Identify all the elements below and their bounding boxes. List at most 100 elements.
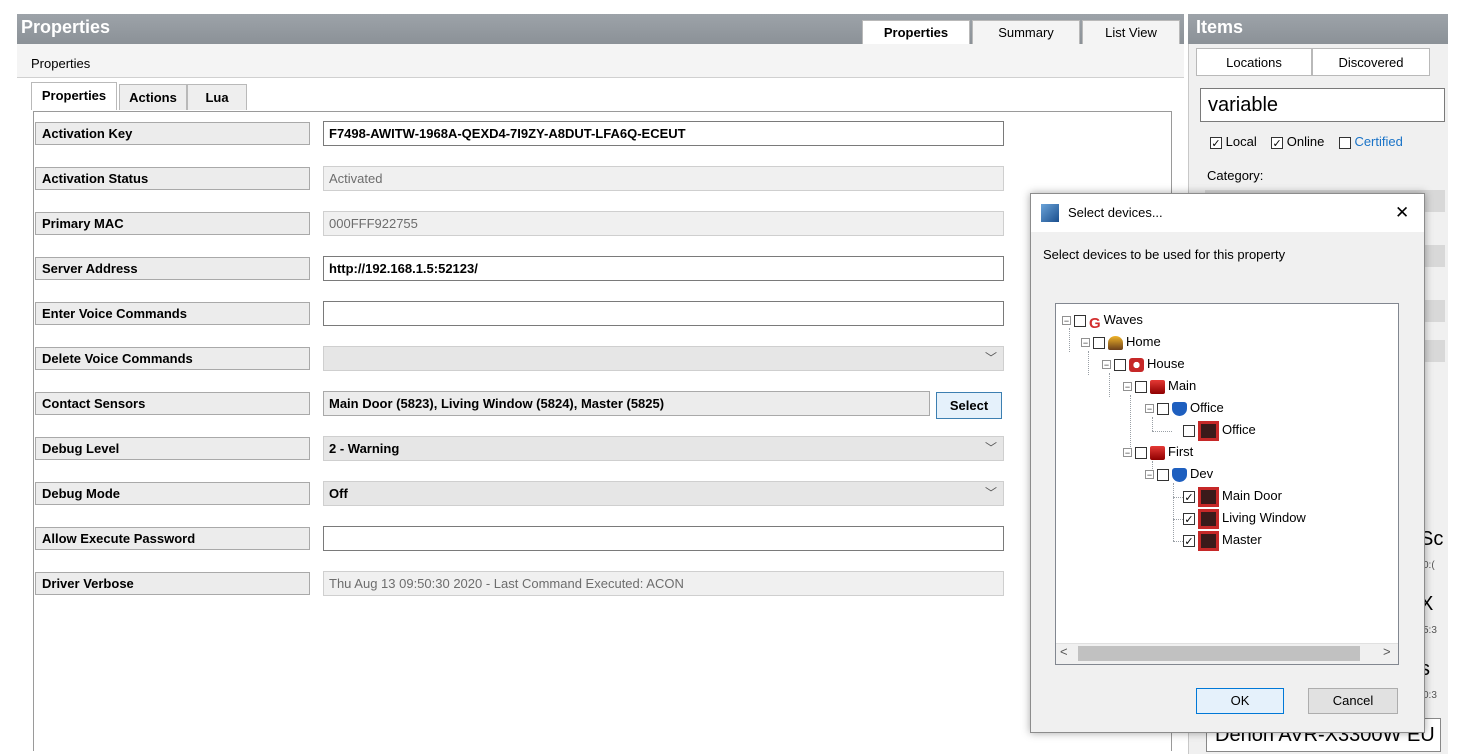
tree-checkbox[interactable]: [1135, 446, 1147, 459]
local-checkbox[interactable]: ✓: [1210, 136, 1222, 150]
category-label: Category:: [1207, 168, 1264, 183]
tree-checkbox[interactable]: ✓: [1183, 490, 1195, 504]
activation-status-field: Activated: [323, 166, 1004, 191]
inner-tab-actions[interactable]: Actions: [119, 84, 187, 110]
dialog-instruction: Select devices to be used for this prope…: [1043, 247, 1286, 262]
debug-mode-select[interactable]: Off ﹀: [323, 481, 1004, 506]
tree-checkbox[interactable]: [1157, 468, 1169, 481]
contact-sensors-field: Main Door (5823), Living Window (5824), …: [323, 391, 930, 416]
scroll-right-icon[interactable]: >: [1383, 644, 1391, 659]
tree-node-label: House: [1147, 356, 1185, 371]
label-driver-verbose: Driver Verbose: [35, 572, 310, 595]
label-debug-level: Debug Level: [35, 437, 310, 460]
tree-checkbox[interactable]: [1157, 402, 1169, 415]
label-activation-status: Activation Status: [35, 167, 310, 190]
local-label: Local: [1225, 134, 1257, 149]
delete-voice-commands-select[interactable]: ﹀: [323, 346, 1004, 371]
door-sensor-icon: [1198, 420, 1219, 441]
tree-node-office-device[interactable]: Office: [1183, 420, 1256, 441]
label-primary-mac: Primary MAC: [35, 212, 310, 235]
properties-subtitle: Properties: [31, 56, 91, 71]
tree-node-label: Dev: [1190, 466, 1214, 481]
tree-line: [1173, 497, 1183, 498]
collapse-icon[interactable]: −: [1062, 316, 1071, 326]
close-icon[interactable]: ✕: [1395, 203, 1409, 223]
tree-line: [1152, 431, 1172, 432]
tree-node-house[interactable]: − House: [1102, 354, 1185, 374]
chevron-down-icon: ﹀: [984, 486, 997, 500]
items-search-input[interactable]: variable: [1200, 88, 1445, 122]
home-icon: [1108, 335, 1123, 350]
tree-node-dev[interactable]: − Dev: [1145, 464, 1213, 484]
label-server-address: Server Address: [35, 257, 310, 280]
room-icon: [1150, 445, 1165, 460]
cancel-button[interactable]: Cancel: [1308, 688, 1398, 714]
shield-icon: [1172, 401, 1187, 416]
primary-mac-field: 000FFF922755: [323, 211, 1004, 236]
tree-checkbox[interactable]: [1135, 380, 1147, 393]
debug-level-select[interactable]: 2 - Warning ﹀: [323, 436, 1004, 461]
tab-summary[interactable]: Summary: [972, 20, 1080, 44]
items-filters: ✓ Local ✓ Online Certified: [1210, 134, 1403, 150]
tree-checkbox[interactable]: ✓: [1183, 534, 1195, 548]
tree-node-label: Master: [1222, 532, 1262, 547]
tab-list-view[interactable]: List View: [1082, 20, 1180, 44]
ok-button[interactable]: OK: [1196, 688, 1284, 714]
collapse-icon[interactable]: −: [1145, 404, 1154, 414]
scrollbar-thumb[interactable]: [1078, 646, 1360, 661]
online-checkbox[interactable]: ✓: [1271, 136, 1284, 150]
select-button[interactable]: Select: [936, 392, 1002, 419]
server-address-input[interactable]: http://192.168.1.5:52123/: [323, 256, 1004, 281]
tree-checkbox[interactable]: [1074, 314, 1086, 327]
debug-level-value: 2 - Warning: [329, 441, 400, 456]
label-allow-execute-password: Allow Execute Password: [35, 527, 310, 550]
label-enter-voice-commands: Enter Voice Commands: [35, 302, 310, 325]
scroll-left-icon[interactable]: <: [1060, 644, 1068, 659]
tree-checkbox[interactable]: ✓: [1183, 512, 1195, 526]
label-delete-voice-commands: Delete Voice Commands: [35, 347, 310, 370]
collapse-icon[interactable]: −: [1102, 360, 1111, 370]
tree-node-main-door[interactable]: ✓ Main Door: [1183, 486, 1282, 507]
properties-content: [33, 111, 1172, 751]
tree-node-first[interactable]: − First: [1123, 442, 1193, 462]
tree-line: [1173, 483, 1174, 541]
tree-node-label: Living Window: [1222, 510, 1306, 525]
chevron-down-icon: ﹀: [984, 441, 997, 455]
activation-key-input[interactable]: F7498-AWITW-1968A-QEXD4-7I9ZY-A8DUT-LFA6…: [323, 121, 1004, 146]
waves-logo-icon: G: [1089, 314, 1101, 332]
tree-node-home[interactable]: − Home: [1081, 332, 1161, 352]
door-sensor-icon: [1198, 486, 1219, 507]
driver-verbose-field: Thu Aug 13 09:50:30 2020 - Last Command …: [323, 571, 1004, 596]
tab-discovered[interactable]: Discovered: [1312, 48, 1430, 76]
collapse-icon[interactable]: −: [1123, 382, 1132, 392]
tree-node-label: Main Door: [1222, 488, 1282, 503]
tab-locations[interactable]: Locations: [1196, 48, 1312, 76]
tree-line: [1088, 351, 1089, 375]
tree-checkbox[interactable]: [1183, 424, 1195, 437]
tree-checkbox[interactable]: [1114, 358, 1126, 371]
collapse-icon[interactable]: −: [1145, 470, 1154, 480]
tree-node-office-group[interactable]: − Office: [1145, 398, 1224, 418]
collapse-icon[interactable]: −: [1123, 448, 1132, 458]
tree-node-waves[interactable]: − G Waves: [1062, 310, 1143, 332]
certified-checkbox[interactable]: [1338, 136, 1351, 149]
tree-node-label: Waves: [1103, 312, 1143, 327]
enter-voice-commands-input[interactable]: [323, 301, 1004, 326]
tree-node-main[interactable]: − Main: [1123, 376, 1196, 396]
tree-line: [1173, 519, 1183, 520]
allow-execute-password-input[interactable]: [323, 526, 1004, 551]
inner-tab-lua[interactable]: Lua: [187, 84, 247, 110]
online-label: Online: [1286, 134, 1325, 149]
tree-node-label: Office: [1190, 400, 1224, 415]
tree-checkbox[interactable]: [1093, 336, 1105, 349]
tab-properties[interactable]: Properties: [862, 20, 970, 44]
certified-label: Certified: [1354, 134, 1403, 149]
tree-node-living-window[interactable]: ✓ Living Window: [1183, 508, 1306, 529]
tree-node-master[interactable]: ✓ Master: [1183, 530, 1262, 551]
door-sensor-icon: [1198, 508, 1219, 529]
tree-node-label: First: [1168, 444, 1194, 459]
inner-tab-properties[interactable]: Properties: [31, 82, 117, 110]
collapse-icon[interactable]: −: [1081, 338, 1090, 348]
tree-line: [1069, 328, 1070, 352]
debug-mode-value: Off: [329, 486, 348, 501]
